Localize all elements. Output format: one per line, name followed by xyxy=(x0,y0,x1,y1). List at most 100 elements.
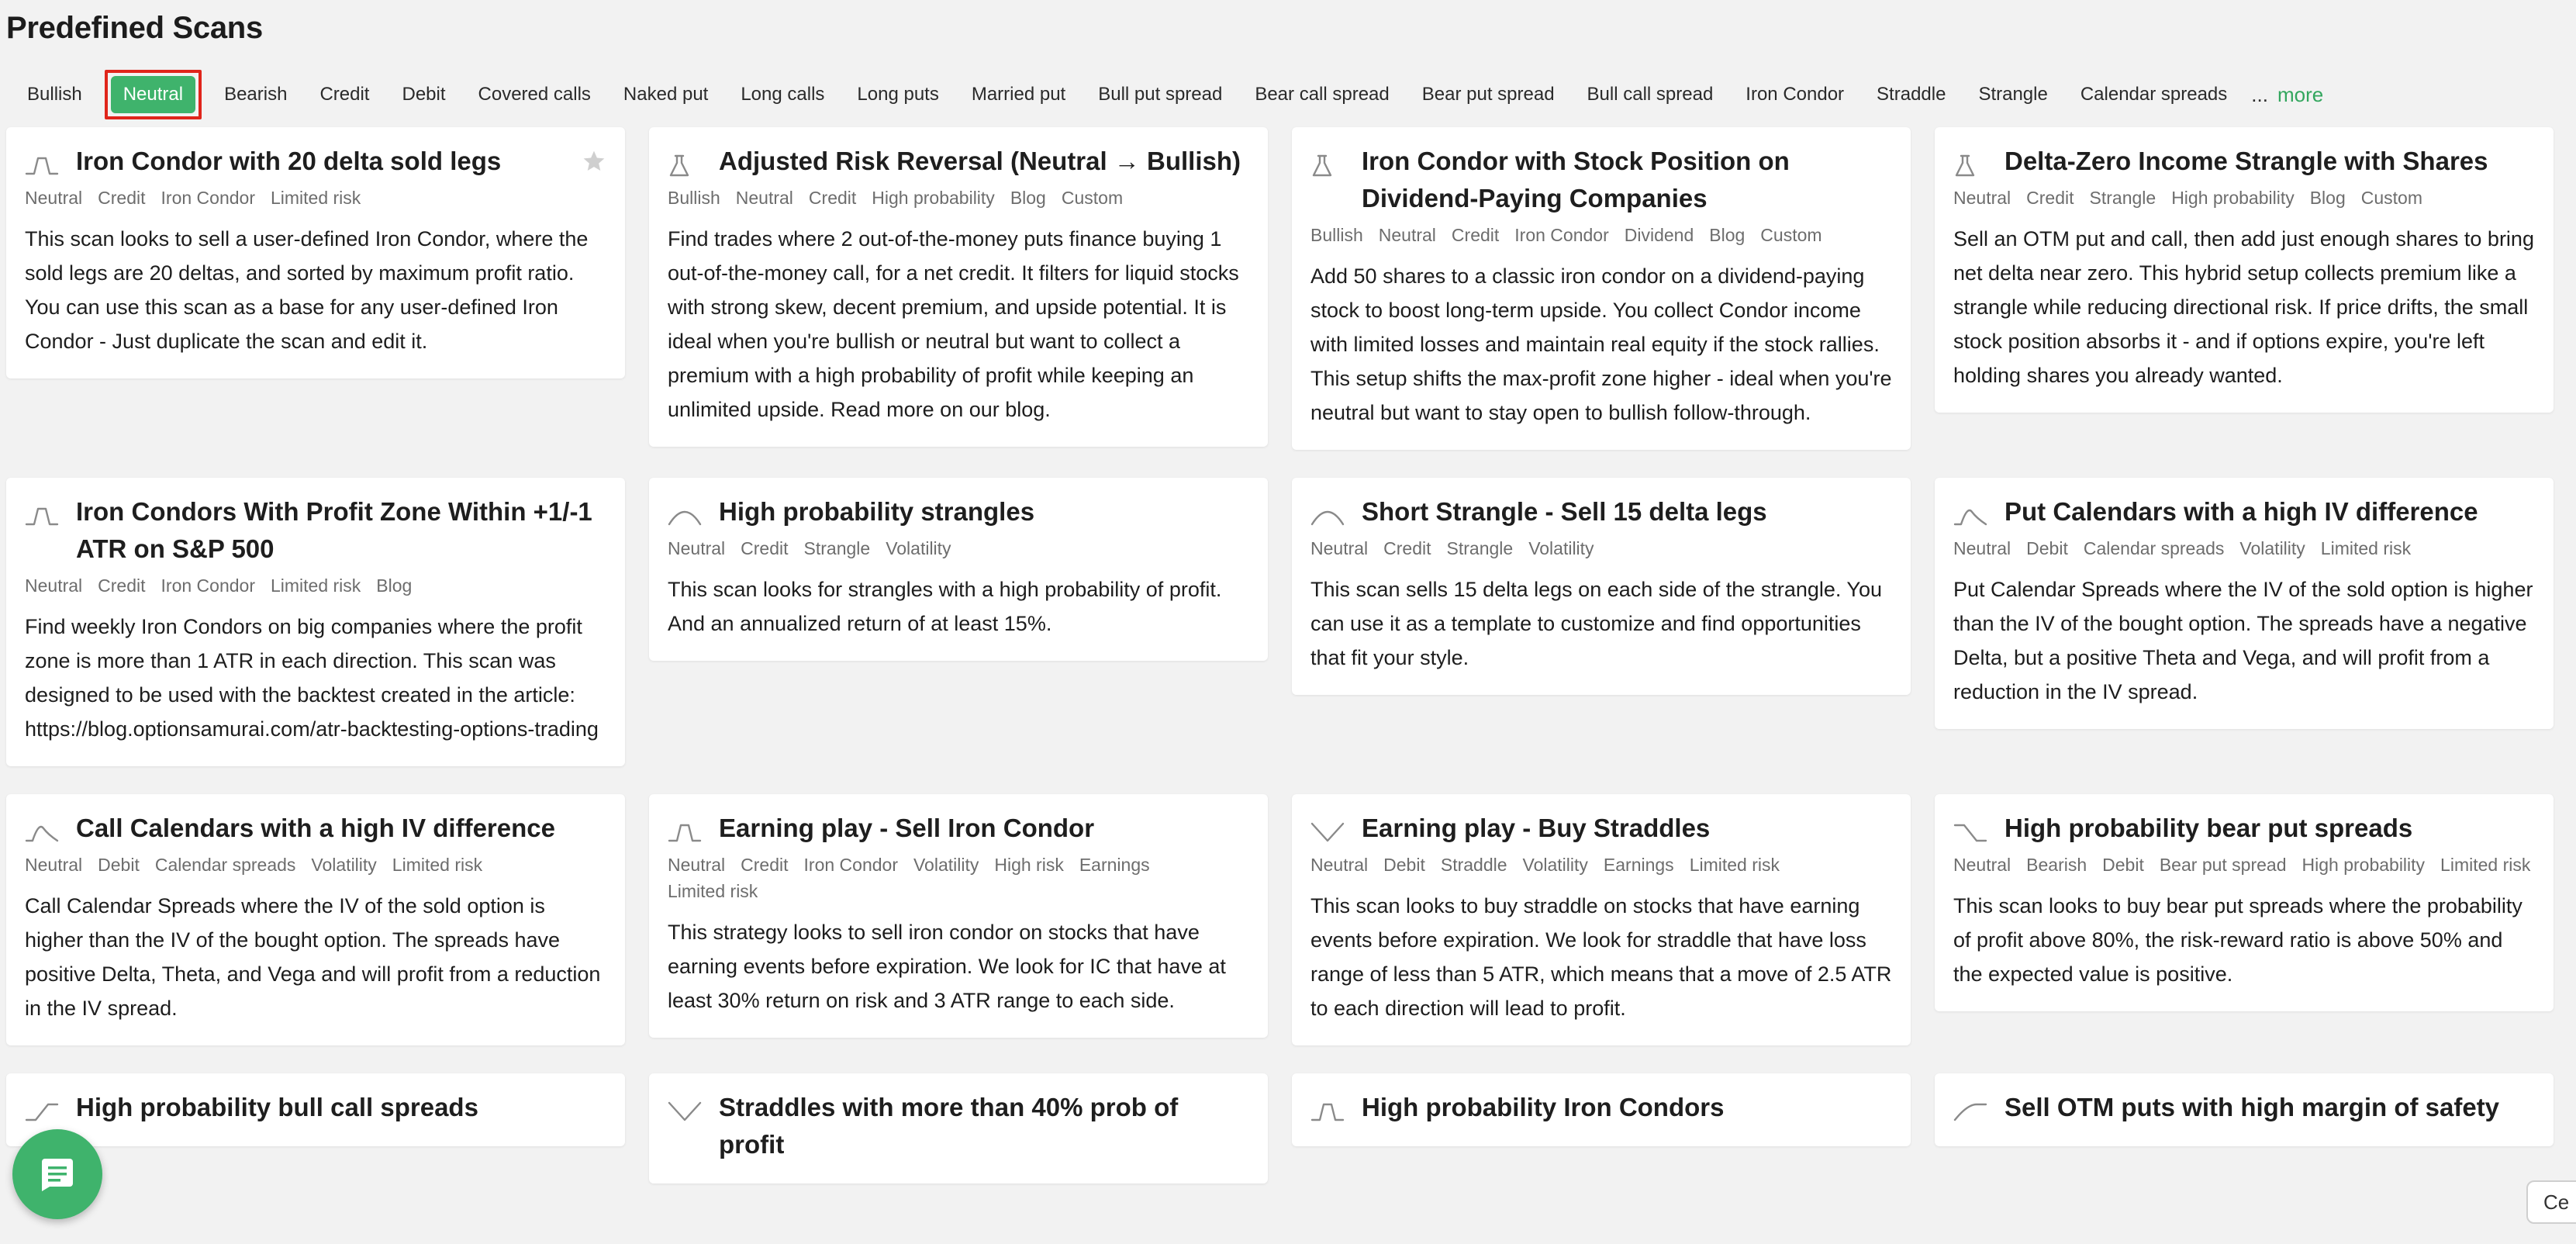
scan-card-title[interactable]: Call Calendars with a high IV difference xyxy=(76,810,606,847)
scan-card-title[interactable]: Delta-Zero Income Strangle with Shares xyxy=(2005,143,2535,180)
scan-card[interactable]: High probability bull call spreads xyxy=(6,1073,625,1146)
scan-card[interactable]: Earning play - Buy Straddles Neutral Debit… xyxy=(1292,794,1911,1045)
scan-tag: Bear put spread xyxy=(2159,855,2287,875)
scan-tag: Limited risk xyxy=(2440,855,2531,875)
scan-tag: Limited risk xyxy=(392,855,483,875)
scan-card[interactable]: Call Calendars with a high IV difference… xyxy=(6,794,625,1045)
scan-tag: Blog xyxy=(2309,188,2346,208)
calendar-icon xyxy=(25,821,59,844)
filter-chip-bullish[interactable]: Bullish xyxy=(14,76,95,113)
scan-tag: Neutral xyxy=(25,575,83,596)
scan-card-title[interactable]: Iron Condor with Stock Position on Divid… xyxy=(1362,143,1892,217)
scan-card-grid: Iron Condor with 20 delta sold legs Neutr… xyxy=(6,127,2554,1184)
scan-tag: Volatility xyxy=(2239,538,2305,558)
scan-card[interactable]: Earning play - Sell Iron Condor Neutral Cr… xyxy=(649,794,1268,1038)
filter-chip-strangle[interactable]: Strangle xyxy=(1965,76,2060,113)
filter-chip-straddle[interactable]: Straddle xyxy=(1863,76,1959,113)
scan-tag: Bearish xyxy=(2026,855,2087,875)
sell-put-icon xyxy=(1953,1100,1987,1123)
scan-card[interactable]: Iron Condors With Profit Zone Within +1/… xyxy=(6,478,625,766)
scan-card-title[interactable]: High probability bear put spreads xyxy=(2005,810,2535,847)
filter-chip-naked-put[interactable]: Naked put xyxy=(610,76,721,113)
scan-card[interactable]: High probability strangles Neutral Credit S… xyxy=(649,478,1268,661)
scan-card-title[interactable]: Earning play - Sell Iron Condor xyxy=(719,810,1249,847)
scan-tag: Credit xyxy=(2026,188,2074,208)
scan-tag: Volatility xyxy=(311,855,377,875)
scan-card-title[interactable]: High probability Iron Condors xyxy=(1362,1089,1892,1126)
scan-card-description: This scan sells 15 delta legs on each si… xyxy=(1310,578,1882,669)
straddle-icon xyxy=(668,1100,702,1123)
scan-card[interactable]: Adjusted Risk Reversal (Neutral → Bullis… xyxy=(649,127,1268,447)
scan-tag: Bullish xyxy=(668,188,720,208)
scan-card[interactable]: High probability Iron Condors xyxy=(1292,1073,1911,1146)
scan-card-header: Iron Condor with Stock Position on Divid… xyxy=(1310,147,1892,217)
filter-chip-bearish[interactable]: Bearish xyxy=(211,76,300,113)
filter-chip-long-puts[interactable]: Long puts xyxy=(844,76,951,113)
filter-chip-married-put[interactable]: Married put xyxy=(958,76,1079,113)
scan-card-tags: Neutral Debit Calendar spreads Volatility Li… xyxy=(1953,537,2535,560)
filter-chip-bull-put-spread[interactable]: Bull put spread xyxy=(1085,76,1235,113)
scan-card-tags: Neutral Debit Straddle Volatility Earnings Li… xyxy=(1310,853,1892,876)
scan-card-description: Put Calendar Spreads where the IV of the… xyxy=(1953,578,2533,703)
filter-chip-covered-calls[interactable]: Covered calls xyxy=(465,76,604,113)
scan-tag: Limited risk xyxy=(270,575,361,596)
scan-tag: Credit xyxy=(98,188,146,208)
scan-card-tags: Neutral Credit Iron Condor Limited risk xyxy=(25,186,606,209)
iron-condor-icon xyxy=(1310,1100,1345,1123)
scan-card-title[interactable]: High probability strangles xyxy=(719,493,1249,530)
filter-chip-bull-call-spread[interactable]: Bull call spread xyxy=(1574,76,1727,113)
scan-card[interactable]: Delta-Zero Income Strangle with Shares Ne… xyxy=(1935,127,2554,413)
scan-card-description: Find weekly Iron Condors on big companie… xyxy=(25,615,599,741)
scan-card[interactable]: Straddles with more than 40% prob of pro… xyxy=(649,1073,1268,1184)
scan-card[interactable]: Iron Condor with Stock Position on Divid… xyxy=(1292,127,1911,450)
scan-tag: Debit xyxy=(2026,538,2068,558)
scan-card[interactable]: Iron Condor with 20 delta sold legs Neutr… xyxy=(6,127,625,378)
scan-card-header: High probability strangles xyxy=(668,497,1249,530)
scan-card-title[interactable]: Adjusted Risk Reversal (Neutral → Bullis… xyxy=(719,143,1249,180)
scan-card[interactable]: High probability bear put spreads Neutral… xyxy=(1935,794,2554,1011)
scan-tag: Blog xyxy=(1010,188,1046,208)
filter-chip-iron-condor[interactable]: Iron Condor xyxy=(1732,76,1857,113)
cookie-settings-button[interactable]: Ce xyxy=(2526,1180,2576,1224)
scan-card-header: Call Calendars with a high IV difference xyxy=(25,814,606,847)
scan-card-title[interactable]: Short Strangle - Sell 15 delta legs xyxy=(1362,493,1892,530)
strangle-icon xyxy=(1310,504,1345,527)
chat-button[interactable] xyxy=(12,1129,102,1219)
scan-card-description: This scan looks to buy straddle on stock… xyxy=(1310,894,1892,1020)
straddle-icon xyxy=(1310,821,1345,844)
scan-card-title[interactable]: Straddles with more than 40% prob of pro… xyxy=(719,1089,1249,1163)
filter-chip-calendar-spreads[interactable]: Calendar spreads xyxy=(2067,76,2240,113)
scan-card[interactable]: Put Calendars with a high IV difference N… xyxy=(1935,478,2554,729)
scan-card-header: High probability bull call spreads xyxy=(25,1093,606,1126)
scan-card-title[interactable]: Put Calendars with a high IV difference xyxy=(2005,493,2535,530)
scan-card-title[interactable]: Iron Condor with 20 delta sold legs xyxy=(76,143,574,180)
star-icon[interactable] xyxy=(582,149,606,174)
scan-tag: Custom xyxy=(1061,188,1124,208)
iron-condor-icon xyxy=(25,154,59,177)
scan-card-tags: Neutral Credit Strangle Volatility xyxy=(1310,537,1892,560)
scan-tag: Blog xyxy=(1709,225,1746,245)
filter-chip-neutral[interactable]: Neutral xyxy=(110,76,196,113)
filter-chip-debit[interactable]: Debit xyxy=(388,76,458,113)
scan-card-title[interactable]: Iron Condors With Profit Zone Within +1/… xyxy=(76,493,606,568)
scan-card-header: High probability Iron Condors xyxy=(1310,1093,1892,1126)
more-filters-link[interactable]: more xyxy=(2277,83,2323,107)
filter-chip-bear-call-spread[interactable]: Bear call spread xyxy=(1241,76,1402,113)
scan-tag: Iron Condor xyxy=(161,188,255,208)
scan-tag: Debit xyxy=(2102,855,2144,875)
filter-chip-bear-put-spread[interactable]: Bear put spread xyxy=(1409,76,1568,113)
scan-card[interactable]: Short Strangle - Sell 15 delta legs Neutr… xyxy=(1292,478,1911,695)
scan-card-title[interactable]: Sell OTM puts with high margin of safety xyxy=(2005,1089,2535,1126)
scan-card-description: This strategy looks to sell iron condor … xyxy=(668,921,1226,1012)
scan-tag: Bullish xyxy=(1310,225,1363,245)
scan-card-title[interactable]: High probability bull call spreads xyxy=(76,1089,606,1126)
scan-card-tags: Neutral Credit Strangle High probability Blo… xyxy=(1953,186,2535,209)
filter-chip-long-calls[interactable]: Long calls xyxy=(727,76,837,113)
scan-card-title[interactable]: Earning play - Buy Straddles xyxy=(1362,810,1892,847)
flask-icon xyxy=(668,154,702,177)
filter-chip-credit[interactable]: Credit xyxy=(306,76,382,113)
scan-card[interactable]: Sell OTM puts with high margin of safety xyxy=(1935,1073,2554,1146)
scan-card-description: Sell an OTM put and call, then add just … xyxy=(1953,227,2534,387)
active-filter-highlight: Neutral xyxy=(104,70,202,119)
scan-card-description: Find trades where 2 out-of-the-money put… xyxy=(668,227,1239,421)
